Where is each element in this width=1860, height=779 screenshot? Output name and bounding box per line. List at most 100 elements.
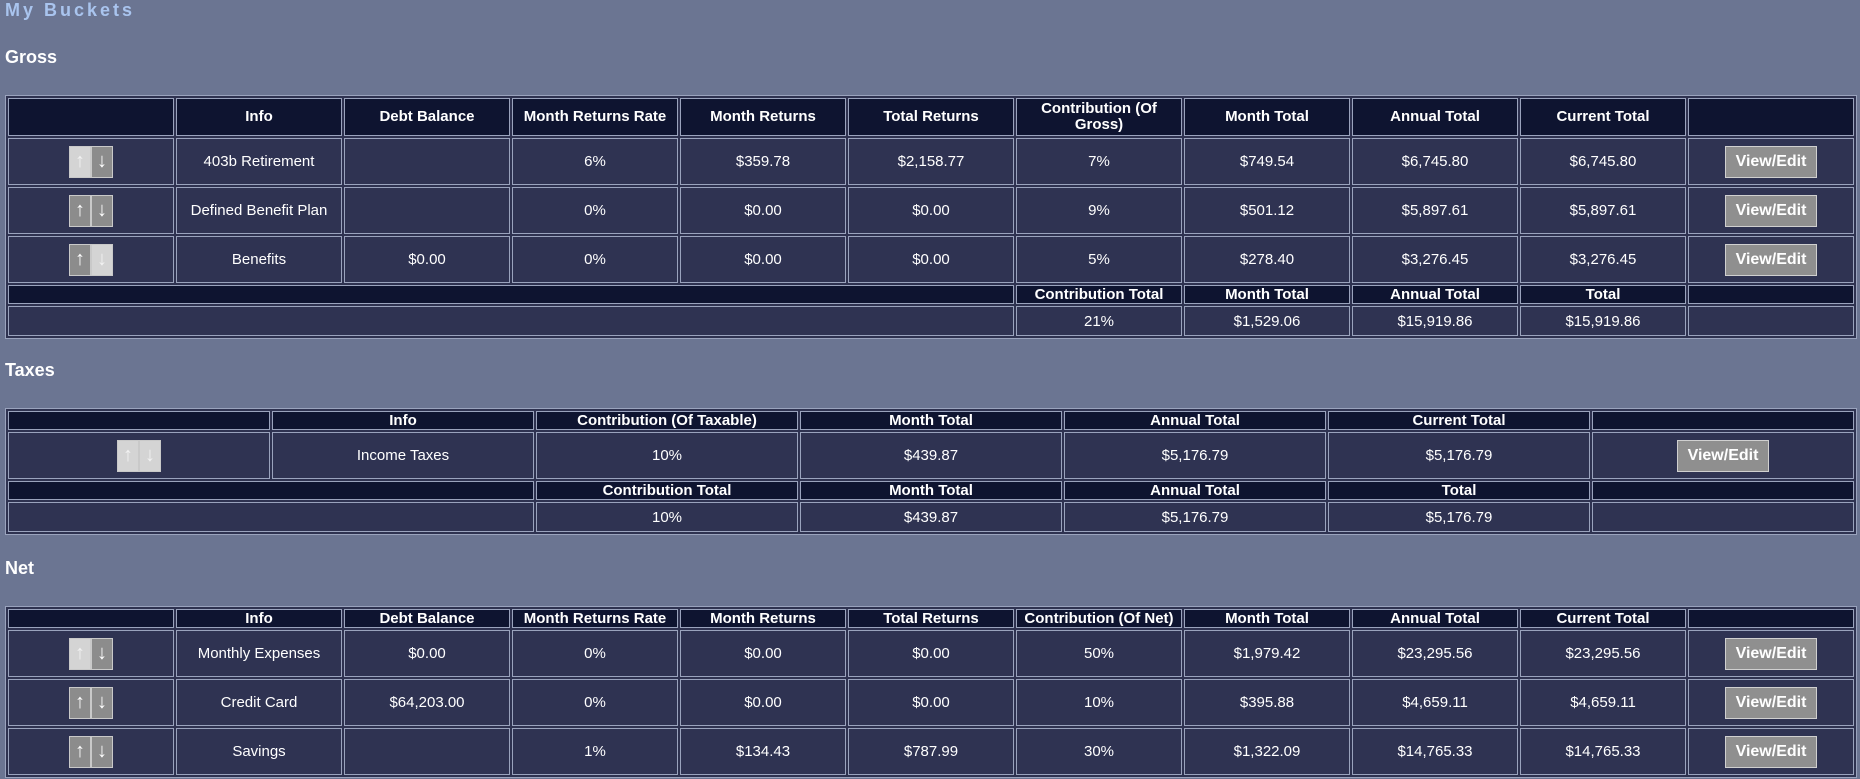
view-edit-button[interactable]: View/Edit — [1724, 735, 1818, 768]
header-cell: Month Returns — [680, 609, 846, 628]
move-down-arrow-icon[interactable]: ↓ — [91, 735, 113, 768]
view-edit-button[interactable]: View/Edit — [1724, 637, 1818, 670]
month-total: $278.40 — [1184, 236, 1350, 283]
view-edit-button[interactable]: View/Edit — [1724, 145, 1818, 178]
gross-summary-row: 21% $1,529.06 $15,919.86 $15,919.86 — [8, 306, 1854, 336]
summary-spacer — [8, 481, 534, 500]
app-title: My Buckets — [5, 0, 136, 20]
table-row: ↑ ↓ Income Taxes 10% $439.87 $5,176.79 $5,176.… — [8, 432, 1854, 479]
table-row: ↑ ↓ Benefits $0.00 0% $0.00 $0.00 5% $278.40 $3,2… — [8, 236, 1854, 283]
summary-spacer — [8, 285, 1014, 304]
header-cell — [1592, 411, 1854, 430]
reorder-arrows: ↑ ↓ — [69, 637, 113, 670]
gross-header-row: Info Debt Balance Month Returns Rate Mon… — [8, 98, 1854, 136]
move-up-arrow-icon[interactable]: ↑ — [69, 735, 91, 768]
summary-header-cell: Annual Total — [1064, 481, 1326, 500]
contribution: 5% — [1016, 236, 1182, 283]
net-header-row: Info Debt Balance Month Returns Rate Mon… — [8, 609, 1854, 628]
table-row: ↑ ↓ Credit Card $64,203.00 0% $0.00 $0.00 10% $3… — [8, 679, 1854, 726]
header-cell: Total Returns — [848, 609, 1014, 628]
header-cell — [8, 98, 174, 136]
debt-balance — [344, 138, 510, 185]
taxes-table: Info Contribution (Of Taxable) Month Tot… — [5, 408, 1857, 535]
month-total: $749.54 — [1184, 138, 1350, 185]
move-up-arrow-icon[interactable]: ↑ — [69, 243, 91, 276]
current-total: $23,295.56 — [1520, 630, 1686, 677]
move-up-arrow-icon: ↑ — [69, 637, 91, 670]
action-cell: View/Edit — [1688, 630, 1854, 677]
gross-section-title: Gross — [5, 47, 58, 67]
header-cell: Info — [176, 98, 342, 136]
contribution: 30% — [1016, 728, 1182, 775]
reorder-arrows: ↑ ↓ — [69, 243, 113, 276]
reorder-cell: ↑ ↓ — [8, 630, 174, 677]
move-down-arrow-icon[interactable]: ↓ — [91, 145, 113, 178]
view-edit-button[interactable]: View/Edit — [1724, 686, 1818, 719]
month-returns-rate: 0% — [512, 236, 678, 283]
reorder-cell: ↑ ↓ — [8, 138, 174, 185]
summary-spacer — [8, 306, 1014, 336]
annual-total: $5,897.61 — [1352, 187, 1518, 234]
month-total: $1,979.42 — [1184, 630, 1350, 677]
summary-contribution: 10% — [536, 502, 798, 532]
month-returns-rate: 0% — [512, 679, 678, 726]
header-cell: Annual Total — [1064, 411, 1326, 430]
summary-contribution: 21% — [1016, 306, 1182, 336]
move-down-arrow-icon[interactable]: ↓ — [91, 686, 113, 719]
action-cell: View/Edit — [1688, 679, 1854, 726]
current-total: $14,765.33 — [1520, 728, 1686, 775]
reorder-arrows: ↑ ↓ — [69, 194, 113, 227]
header-cell: Contribution (Of Gross) — [1016, 98, 1182, 136]
net-section-title: Net — [5, 558, 35, 578]
taxes-section-title: Taxes — [5, 360, 55, 380]
view-edit-button[interactable]: View/Edit — [1724, 243, 1818, 276]
debt-balance: $0.00 — [344, 630, 510, 677]
header-cell: Annual Total — [1352, 609, 1518, 628]
annual-total: $6,745.80 — [1352, 138, 1518, 185]
view-edit-button[interactable]: View/Edit — [1676, 439, 1770, 472]
total-returns: $0.00 — [848, 679, 1014, 726]
header-cell: Debt Balance — [344, 609, 510, 628]
annual-total: $4,659.11 — [1352, 679, 1518, 726]
move-down-arrow-icon[interactable]: ↓ — [91, 194, 113, 227]
reorder-arrows: ↑ ↓ — [69, 145, 113, 178]
header-cell: Current Total — [1520, 98, 1686, 136]
move-up-arrow-icon[interactable]: ↑ — [69, 194, 91, 227]
move-down-arrow-icon[interactable]: ↓ — [91, 637, 113, 670]
month-returns: $0.00 — [680, 679, 846, 726]
move-down-arrow-icon: ↓ — [91, 243, 113, 276]
move-up-arrow-icon[interactable]: ↑ — [69, 686, 91, 719]
summary-header-cell: Total — [1520, 285, 1686, 304]
month-total: $1,322.09 — [1184, 728, 1350, 775]
bucket-name: Monthly Expenses — [176, 630, 342, 677]
summary-annual-total: $5,176.79 — [1064, 502, 1326, 532]
table-row: ↑ ↓ Savings 1% $134.43 $787.99 30% $1,322.09 $14… — [8, 728, 1854, 775]
header-cell: Month Total — [800, 411, 1062, 430]
total-returns: $0.00 — [848, 187, 1014, 234]
table-row: ↑ ↓ 403b Retirement 6% $359.78 $2,158.77 7% $74… — [8, 138, 1854, 185]
summary-spacer — [8, 502, 534, 532]
table-row: ↑ ↓ Defined Benefit Plan 0% $0.00 $0.00 9% $501… — [8, 187, 1854, 234]
reorder-arrows: ↑ ↓ — [69, 735, 113, 768]
contribution: 9% — [1016, 187, 1182, 234]
summary-month-total: $439.87 — [800, 502, 1062, 532]
current-total: $6,745.80 — [1520, 138, 1686, 185]
month-returns: $134.43 — [680, 728, 846, 775]
month-returns-rate: 0% — [512, 187, 678, 234]
summary-header-cell: Month Total — [800, 481, 1062, 500]
header-cell — [1688, 98, 1854, 136]
month-total: $439.87 — [800, 432, 1062, 479]
header-cell: Info — [272, 411, 534, 430]
month-returns: $0.00 — [680, 236, 846, 283]
header-cell: Annual Total — [1352, 98, 1518, 136]
header-cell — [8, 411, 270, 430]
header-cell: Total Returns — [848, 98, 1014, 136]
summary-annual-total: $15,919.86 — [1352, 306, 1518, 336]
header-cell: Contribution (Of Taxable) — [536, 411, 798, 430]
debt-balance: $0.00 — [344, 236, 510, 283]
reorder-cell: ↑ ↓ — [8, 679, 174, 726]
view-edit-button[interactable]: View/Edit — [1724, 194, 1818, 227]
bucket-name: Savings — [176, 728, 342, 775]
move-up-arrow-icon: ↑ — [117, 439, 139, 472]
contribution: 10% — [536, 432, 798, 479]
